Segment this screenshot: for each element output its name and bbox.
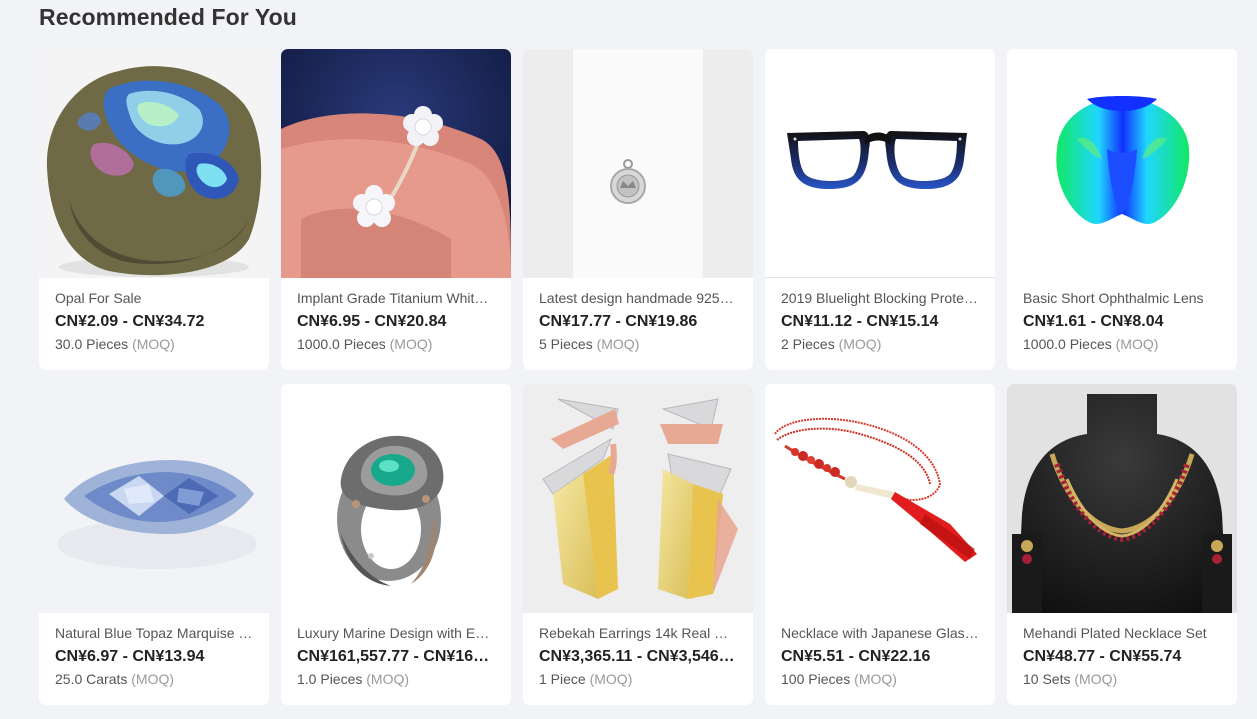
product-name[interactable]: Basic Short Ophthalmic Lens [1023, 289, 1221, 307]
product-name[interactable]: Implant Grade Titanium White Zircon Flow… [297, 289, 495, 307]
product-image[interactable] [1007, 49, 1237, 278]
product-image[interactable] [281, 384, 511, 613]
necklace-set-icon [1007, 384, 1237, 613]
moq-quantity: 5 Pieces [539, 336, 593, 352]
moq-quantity: 2 Pieces [781, 336, 835, 352]
product-card[interactable]: Necklace with Japanese Glass Beads CN¥5.… [765, 384, 995, 705]
moq-quantity: 100 Pieces [781, 671, 851, 687]
product-card[interactable]: Latest design handmade 925 Sterling Silv… [523, 49, 753, 370]
product-card[interactable]: Luxury Marine Design with Emerald Silver… [281, 384, 511, 705]
flower-belly-ring-icon [281, 49, 511, 278]
product-image[interactable] [39, 49, 269, 278]
moq-tag: (MOQ) [838, 336, 882, 352]
product-name[interactable]: Rebekah Earrings 14k Real Gold Diamond [539, 624, 737, 642]
red-tassel-necklace-icon [765, 384, 995, 613]
moq-quantity: 1.0 Pieces [297, 671, 363, 687]
product-card[interactable]: Rebekah Earrings 14k Real Gold Diamond C… [523, 384, 753, 705]
product-grid: Opal For Sale CN¥2.09 - CN¥34.72 30.0 Pi… [39, 49, 1237, 705]
product-name[interactable]: Necklace with Japanese Glass Beads [781, 624, 979, 642]
product-moq: 1.0 Pieces (MOQ) [297, 670, 495, 688]
product-image[interactable] [39, 384, 269, 613]
product-moq: 25.0 Carats (MOQ) [55, 670, 253, 688]
product-price: CN¥3,365.11 - CN¥3,546.00 [539, 648, 737, 665]
product-card[interactable]: Natural Blue Topaz Marquise Cut Gemstone… [39, 384, 269, 705]
product-moq: 1000.0 Pieces (MOQ) [1023, 335, 1221, 353]
product-card[interactable]: Implant Grade Titanium White Zircon Flow… [281, 49, 511, 370]
moq-tag: (MOQ) [589, 671, 633, 687]
moq-tag: (MOQ) [854, 671, 897, 687]
product-card[interactable]: Opal For Sale CN¥2.09 - CN¥34.72 30.0 Pi… [39, 49, 269, 370]
product-moq: 2 Pieces (MOQ) [781, 335, 979, 353]
product-image[interactable] [523, 49, 753, 278]
product-price: CN¥161,557.77 - CN¥169,999.99 [297, 648, 495, 665]
product-price: CN¥1.61 - CN¥8.04 [1023, 313, 1164, 330]
moq-quantity: 1000.0 Pieces [1023, 336, 1112, 352]
moq-tag: (MOQ) [596, 336, 640, 352]
moq-quantity: 30.0 Pieces [55, 336, 129, 352]
moq-tag: (MOQ) [132, 336, 175, 352]
product-name[interactable]: Opal For Sale [55, 289, 253, 307]
product-image[interactable] [281, 49, 511, 278]
product-name[interactable]: Latest design handmade 925 Sterling Silv… [539, 289, 737, 307]
product-moq: 1 Piece (MOQ) [539, 670, 737, 688]
moq-quantity: 1 Piece [539, 671, 586, 687]
product-card[interactable]: 2019 Bluelight Blocking Protection Glass… [765, 49, 995, 370]
product-price: CN¥6.97 - CN¥13.94 [55, 648, 205, 665]
product-moq: 100 Pieces (MOQ) [781, 670, 979, 688]
product-card[interactable]: Mehandi Plated Necklace Set CN¥48.77 - C… [1007, 384, 1237, 705]
opal-stone-icon [39, 49, 269, 278]
moq-tag: (MOQ) [1115, 336, 1159, 352]
product-image[interactable] [523, 384, 753, 613]
moq-tag: (MOQ) [131, 671, 175, 687]
gold-earrings-icon [523, 384, 753, 613]
product-name[interactable]: Mehandi Plated Necklace Set [1023, 624, 1221, 642]
moq-quantity: 1000.0 Pieces [297, 336, 386, 352]
product-image[interactable] [765, 49, 995, 278]
silver-pendant-icon [523, 49, 753, 278]
product-price: CN¥48.77 - CN¥55.74 [1023, 648, 1182, 665]
eyeglasses-icon [765, 49, 995, 277]
product-name[interactable]: 2019 Bluelight Blocking Protection Glass… [781, 289, 979, 307]
section-title: Recommended For You [39, 4, 297, 30]
product-price: CN¥5.51 - CN¥22.16 [781, 648, 931, 665]
product-moq: 5 Pieces (MOQ) [539, 335, 737, 353]
product-card[interactable]: Basic Short Ophthalmic Lens CN¥1.61 - CN… [1007, 49, 1237, 370]
product-price: CN¥6.95 - CN¥20.84 [297, 313, 447, 330]
product-moq: 1000.0 Pieces (MOQ) [297, 335, 495, 353]
product-moq: 30.0 Pieces (MOQ) [55, 335, 253, 353]
product-price: CN¥17.77 - CN¥19.86 [539, 313, 698, 330]
moq-tag: (MOQ) [366, 671, 410, 687]
product-price: CN¥11.12 - CN¥15.14 [781, 313, 939, 330]
moq-tag: (MOQ) [1074, 671, 1118, 687]
lens-heatmap-icon [1007, 49, 1237, 278]
blue-topaz-gem-icon [39, 384, 269, 613]
product-name[interactable]: Natural Blue Topaz Marquise Cut Gemstone [55, 624, 253, 642]
moq-tag: (MOQ) [389, 336, 433, 352]
product-moq: 10 Sets (MOQ) [1023, 670, 1221, 688]
emerald-ring-icon [281, 384, 511, 613]
moq-quantity: 25.0 Carats [55, 671, 128, 687]
moq-quantity: 10 Sets [1023, 671, 1071, 687]
product-name[interactable]: Luxury Marine Design with Emerald Silver… [297, 624, 495, 642]
product-image[interactable] [765, 384, 995, 613]
product-image[interactable] [1007, 384, 1237, 613]
product-price: CN¥2.09 - CN¥34.72 [55, 313, 205, 330]
